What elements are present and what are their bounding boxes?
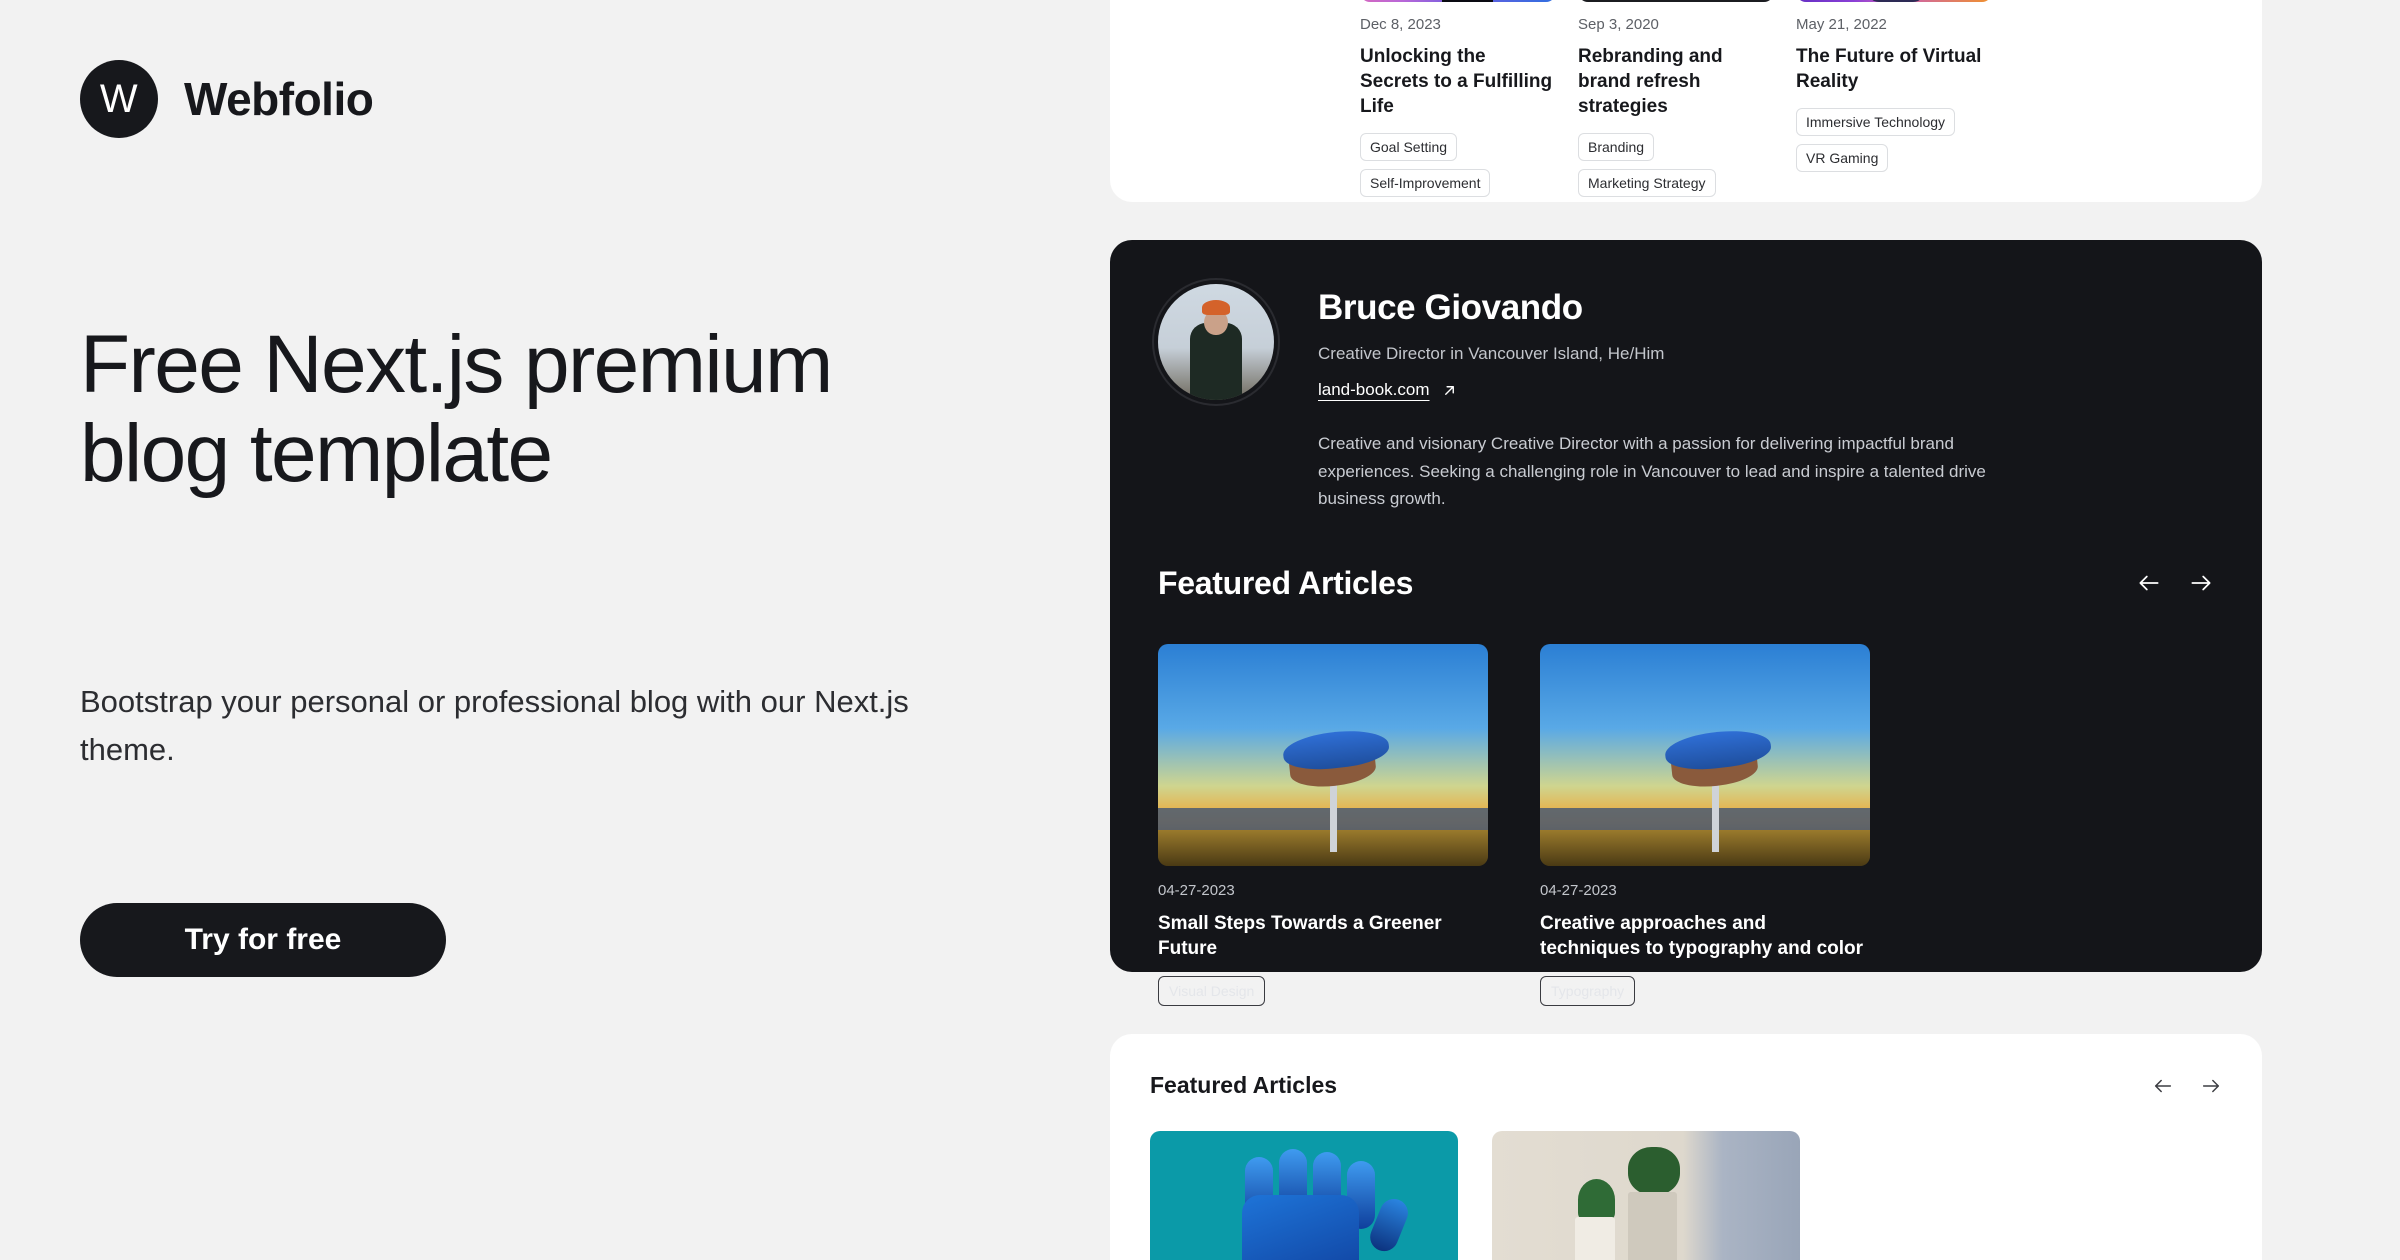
profile-link-label: land-book.com xyxy=(1318,380,1430,399)
post-title: Unlocking the Secrets to a Fulfilling Li… xyxy=(1360,46,1553,118)
article-image xyxy=(1540,643,1870,866)
carousel-controls xyxy=(2136,570,2214,596)
arrow-right-icon xyxy=(2202,1079,2220,1092)
profile-header: Bruce Giovando Creative Director in Vanc… xyxy=(1158,284,2214,513)
ground-band xyxy=(1540,830,1870,866)
post-title: Rebranding and brand refresh strategies xyxy=(1578,46,1723,118)
tag-chip[interactable]: VR Gaming xyxy=(1796,144,1889,173)
list-item[interactable]: 04-27-2023 Creative approaches and techn… xyxy=(1540,643,1870,1006)
profile-meta: Bruce Giovando Creative Director in Vanc… xyxy=(1318,284,2008,513)
palm-shape xyxy=(1242,1195,1360,1260)
try-for-free-button[interactable]: Try for free xyxy=(80,903,446,977)
featured-articles-grid xyxy=(1150,1131,2222,1260)
tag-chip[interactable]: Branding xyxy=(1578,133,1655,162)
avatar-beanie-shape xyxy=(1202,300,1230,316)
tag-chip[interactable]: Goal Setting xyxy=(1360,133,1458,162)
list-item[interactable]: May 21, 2022 The Future of Virtual Reali… xyxy=(1796,0,1992,197)
tag-row: Visual Design xyxy=(1158,975,1488,1006)
post-date: Dec 8, 2023 xyxy=(1360,16,1441,33)
article-image[interactable] xyxy=(1492,1131,1800,1260)
featured-articles-header: Featured Articles xyxy=(1150,1072,2222,1099)
profile-card: Bruce Giovando Creative Director in Vanc… xyxy=(1110,240,2262,1006)
profile-bio: Creative and visionary Creative Director… xyxy=(1318,434,1986,509)
pot-shape xyxy=(1575,1217,1616,1260)
carousel-prev-button[interactable] xyxy=(2152,1075,2174,1097)
profile-name: Bruce Giovando xyxy=(1318,288,1583,327)
article-title: Creative approaches and techniques to ty… xyxy=(1540,912,1864,960)
recent-posts-grid: Dec 8, 2023 Unlocking the Secrets to a F… xyxy=(1360,0,1992,198)
list-item[interactable]: Dec 8, 2023 Unlocking the Secrets to a F… xyxy=(1360,0,1556,198)
ground-band xyxy=(1158,830,1488,866)
profile-role: Creative Director in Vancouver Island, H… xyxy=(1318,344,1665,363)
profile-website-link[interactable]: land-book.com xyxy=(1318,380,1457,400)
list-item[interactable]: Sep 3, 2020 Rebranding and brand refresh… xyxy=(1578,0,1774,198)
article-image[interactable] xyxy=(1150,1131,1458,1260)
post-thumbnail xyxy=(1578,0,1774,2)
carousel-controls xyxy=(2152,1075,2222,1097)
tag-chip[interactable]: Immersive Technology xyxy=(1796,108,1956,137)
article-title: Small Steps Towards a Greener Future xyxy=(1158,912,1442,960)
featured-articles-title: Featured Articles xyxy=(1158,564,1414,601)
carousel-next-button[interactable] xyxy=(2188,570,2214,596)
hero-subtitle: Bootstrap your personal or professional … xyxy=(80,684,909,768)
hero-section: W Webfolio Free Next.js premium blog tem… xyxy=(0,0,1100,1260)
brand-mark-icon: W xyxy=(80,60,158,138)
tag-row: Typography xyxy=(1540,975,1870,1006)
post-date: Sep 3, 2020 xyxy=(1578,16,1659,33)
tag-chip[interactable]: Visual Design xyxy=(1158,975,1266,1006)
arrow-up-right-icon xyxy=(1444,385,1454,395)
cactus-shape xyxy=(1627,1147,1680,1195)
post-title: The Future of Virtual Reality xyxy=(1796,46,1982,93)
post-thumbnail xyxy=(1796,0,1992,2)
carousel-prev-button[interactable] xyxy=(2136,570,2162,596)
avatar xyxy=(1158,284,1274,400)
tag-row: Immersive Technology VR Gaming xyxy=(1796,108,1992,173)
article-image xyxy=(1158,643,1488,866)
arrow-right-icon xyxy=(2191,575,2211,591)
tag-row: Goal Setting Self-Improvement xyxy=(1360,133,1556,198)
post-date: May 21, 2022 xyxy=(1796,16,1887,33)
horizon-band xyxy=(1158,807,1488,831)
arrow-left-icon xyxy=(2154,1079,2172,1092)
brand-name: Webfolio xyxy=(184,73,374,125)
recent-posts-card: Dec 8, 2023 Unlocking the Secrets to a F… xyxy=(1110,0,2262,202)
tag-chip[interactable]: Marketing Strategy xyxy=(1578,169,1716,198)
pot-shape xyxy=(1627,1191,1677,1260)
article-date: 04-27-2023 xyxy=(1158,881,1235,899)
horizon-band xyxy=(1540,807,1870,831)
post-thumbnail xyxy=(1360,0,1556,2)
tag-row: Branding Marketing Strategy xyxy=(1578,133,1774,198)
featured-articles-header: Featured Articles xyxy=(1158,565,2214,602)
page-root: W Webfolio Free Next.js premium blog tem… xyxy=(0,0,2400,1260)
arrow-left-icon xyxy=(2139,575,2159,591)
featured-articles-title: Featured Articles xyxy=(1150,1072,1338,1098)
list-item[interactable]: 04-27-2023 Small Steps Towards a Greener… xyxy=(1158,643,1488,1006)
tag-chip[interactable]: Typography xyxy=(1540,975,1636,1006)
tag-chip[interactable]: Self-Improvement xyxy=(1360,169,1491,198)
page-title: Free Next.js premium blog template xyxy=(80,319,833,500)
carousel-next-button[interactable] xyxy=(2200,1075,2222,1097)
plant-shape xyxy=(1578,1179,1616,1221)
featured-articles-light-card: Featured Articles xyxy=(1110,1034,2262,1260)
featured-articles-grid: 04-27-2023 Small Steps Towards a Greener… xyxy=(1158,643,2214,1006)
brand-logo[interactable]: W Webfolio xyxy=(80,60,374,138)
article-date: 04-27-2023 xyxy=(1540,881,1617,899)
